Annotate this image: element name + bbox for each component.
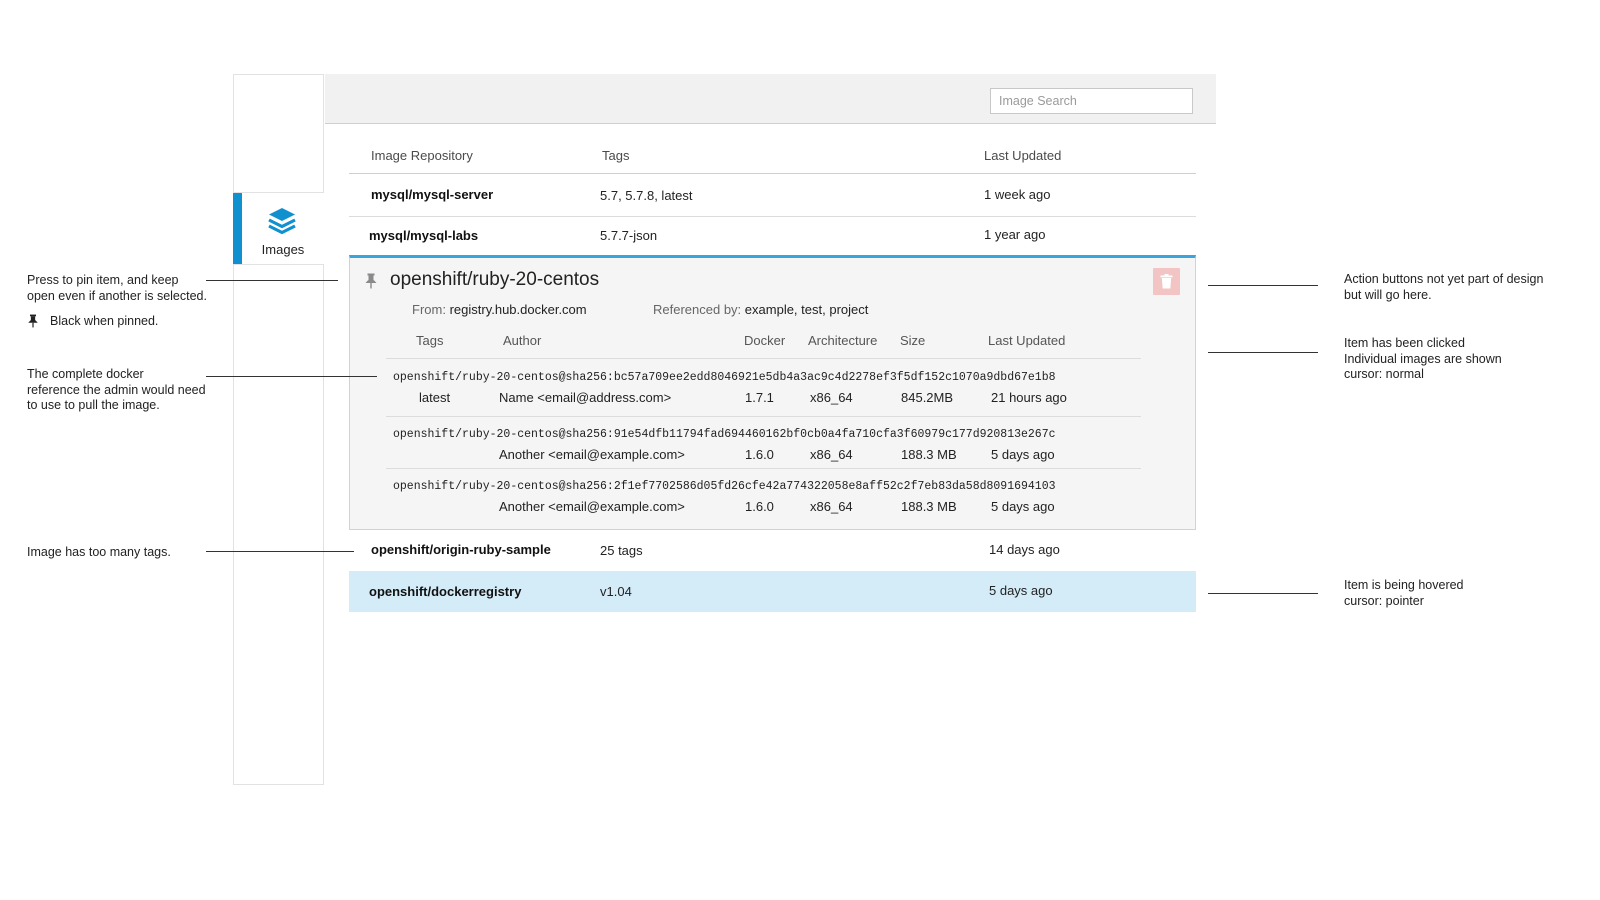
from-label: From: [412, 302, 446, 317]
repository-updated: 5 days ago [989, 583, 1053, 598]
image-architecture: x86_64 [810, 499, 853, 514]
subheader-author: Author [503, 333, 542, 348]
table-row-hovered[interactable]: openshift/dockerregistry v1.04 5 days ag… [349, 571, 1196, 612]
subheader-tags: Tags [416, 333, 444, 348]
subheader-docker: Docker [744, 333, 786, 348]
table-row[interactable]: mysql/mysql-server 5.7, 5.7.8, latest 1 … [349, 174, 1196, 216]
divider [386, 358, 1141, 359]
subheader-architecture: Architecture [808, 333, 878, 348]
subheader-last-updated: Last Updated [988, 333, 1066, 348]
image-docker-version: 1.6.0 [745, 499, 774, 514]
annotation-too-many-tags: Image has too many tags. [27, 545, 171, 559]
image-updated: 5 days ago [991, 499, 1055, 514]
annotation-hovered: Item is being hovered cursor: pointer [1344, 578, 1464, 608]
repository-tags: 25 tags [600, 543, 643, 558]
image-tag: latest [419, 390, 451, 405]
image-docker-version: 1.6.0 [745, 447, 774, 462]
annotation-actions: Action buttons not yet part of design bu… [1344, 272, 1544, 302]
image-size: 188.3 MB [901, 447, 957, 462]
annotation-line [1208, 352, 1318, 353]
column-header-last-updated[interactable]: Last Updated [984, 148, 1061, 163]
sidebar-item-images[interactable]: Images [233, 192, 324, 265]
sidebar [233, 74, 324, 785]
docker-reference: openshift/ruby-20-centos@sha256:bc57a709… [393, 371, 1056, 384]
annotation-line [1208, 285, 1318, 286]
repository-name: mysql/mysql-labs [369, 228, 479, 243]
repository-name: openshift/dockerregistry [369, 584, 522, 599]
divider [386, 468, 1141, 469]
table-row[interactable]: mysql/mysql-labs 5.7.7-json 1 year ago [349, 217, 1196, 255]
referenced-by-label: Referenced by: [653, 302, 742, 317]
annotation-pinned: Black when pinned. [50, 314, 159, 328]
image-architecture: x86_64 [810, 447, 853, 462]
repository-updated: 1 year ago [984, 227, 1046, 242]
image-architecture: x86_64 [810, 390, 853, 405]
layers-icon [268, 208, 296, 235]
image-author: Name <email@address.com> [499, 390, 672, 405]
repository-name: openshift/origin-ruby-sample [371, 542, 551, 557]
repository-updated: 14 days ago [989, 542, 1060, 557]
repository-tags: v1.04 [600, 584, 632, 599]
subheader-size: Size [900, 333, 926, 348]
annotation-line [1208, 593, 1318, 594]
trash-icon [1160, 274, 1173, 289]
sidebar-item-label: Images [261, 242, 305, 257]
image-size: 188.3 MB [901, 499, 957, 514]
annotation-line [206, 280, 338, 281]
repository-title: openshift/ruby-20-centos [390, 269, 600, 290]
delete-button[interactable] [1153, 268, 1180, 295]
image-docker-version: 1.7.1 [745, 390, 774, 405]
docker-reference: openshift/ruby-20-centos@sha256:91e54dfb… [393, 428, 1056, 441]
referenced-by: Referenced by: example, test, project [653, 302, 868, 317]
docker-reference: openshift/ruby-20-centos@sha256:2f1ef770… [393, 480, 1056, 493]
image-search-input[interactable] [990, 88, 1193, 114]
image-updated: 5 days ago [991, 447, 1055, 462]
table-row[interactable]: openshift/origin-ruby-sample 25 tags 14 … [349, 531, 1196, 571]
from-value: registry.hub.docker.com [449, 302, 587, 317]
divider [386, 416, 1141, 417]
referenced-by-value: example, test, project [744, 302, 869, 317]
repository-tags: 5.7.7-json [600, 228, 658, 243]
annotation-line [206, 551, 354, 552]
pinned-pin-icon [28, 314, 38, 328]
column-header-repository[interactable]: Image Repository [371, 148, 473, 163]
column-header-tags[interactable]: Tags [602, 148, 629, 163]
annotation-clicked: Item has been clicked Individual images … [1344, 336, 1502, 381]
image-author: Another <email@example.com> [499, 447, 685, 462]
repository-name: mysql/mysql-server [371, 187, 494, 202]
source-registry: From: registry.hub.docker.com [412, 302, 587, 317]
image-updated: 21 hours ago [991, 390, 1067, 405]
image-size: 845.2MB [901, 390, 954, 405]
repository-updated: 1 week ago [984, 187, 1051, 202]
image-author: Another <email@example.com> [499, 499, 685, 514]
active-indicator [233, 193, 242, 264]
repository-tags: 5.7, 5.7.8, latest [600, 188, 693, 203]
annotation-pin: Press to pin item, and keep open even if… [27, 273, 207, 303]
annotation-line [206, 376, 377, 377]
annotation-docker-reference: The complete docker reference the admin … [27, 367, 206, 412]
pin-icon[interactable] [364, 273, 378, 289]
